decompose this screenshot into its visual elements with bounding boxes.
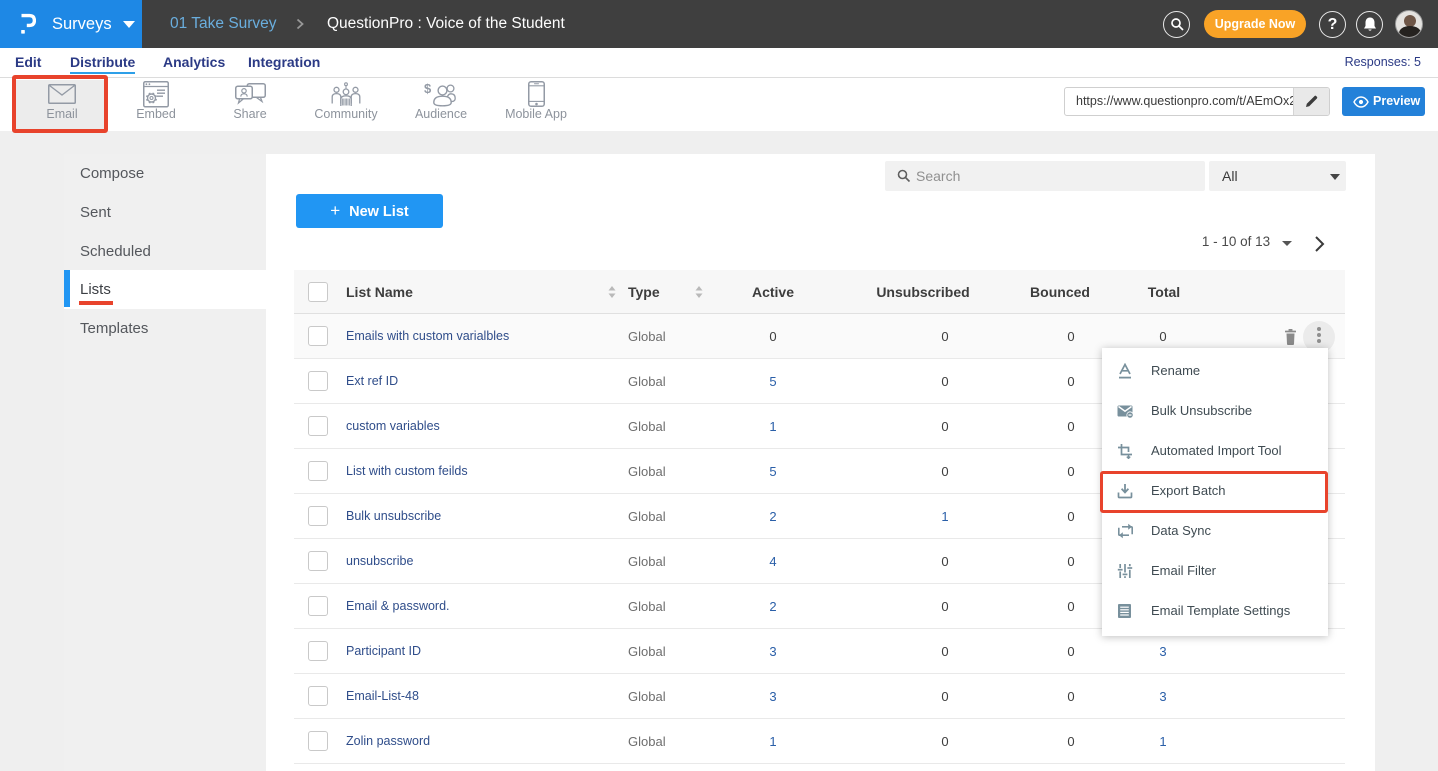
svg-text:$: $ xyxy=(424,82,432,96)
